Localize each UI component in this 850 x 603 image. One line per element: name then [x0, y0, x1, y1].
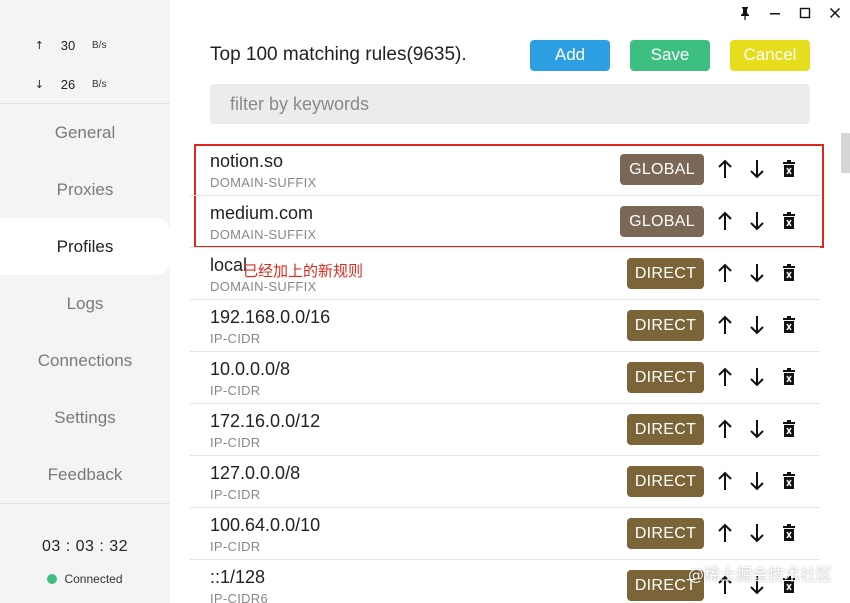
save-button[interactable]: Save [630, 39, 710, 71]
pin-icon[interactable] [730, 0, 760, 26]
rule-type: IP-CIDR [210, 435, 261, 450]
rule-type: IP-CIDR [210, 331, 261, 346]
close-icon[interactable] [820, 0, 850, 26]
main-panel: Top 100 matching rules(9635). Add Save C… [190, 0, 850, 603]
delete-icon[interactable] [777, 365, 801, 389]
move-down-icon[interactable] [745, 261, 769, 285]
delete-icon[interactable] [777, 209, 801, 233]
upload-arrow-icon: ↑ [34, 39, 44, 52]
scrollbar-thumb[interactable] [841, 133, 850, 173]
connection-label: Connected [64, 572, 123, 586]
rule-policy-button[interactable]: DIRECT [627, 518, 704, 549]
uptime-clock: 03 : 03 : 32 [41, 538, 129, 555]
move-down-icon[interactable] [745, 469, 769, 493]
rule-payload: 100.64.0.0/10 [210, 515, 321, 535]
download-value: 26 [60, 77, 76, 92]
sidebar-item-logs[interactable]: Logs [0, 275, 170, 332]
rule-payload: ::1/128 [210, 567, 266, 587]
sidebar-item-general[interactable]: General [0, 104, 170, 161]
upload-value: 30 [60, 38, 76, 53]
rule-type: DOMAIN-SUFFIX [210, 175, 317, 190]
move-up-icon[interactable] [713, 521, 737, 545]
rule-payload: local [210, 255, 248, 275]
move-down-icon[interactable] [745, 365, 769, 389]
rule-policy-button[interactable]: GLOBAL [620, 154, 704, 185]
sidebar: ↑ 30 B/s ↓ 26 B/s General Proxies Profil… [0, 0, 170, 603]
rule-type: IP-CIDR [210, 383, 261, 398]
rule-type: DOMAIN-SUFFIX [210, 279, 317, 294]
move-up-icon[interactable] [713, 209, 737, 233]
filter-input[interactable]: filter by keywords [210, 84, 810, 124]
status-panel: 03 : 03 : 32 Connected [0, 503, 170, 603]
move-down-icon[interactable] [745, 521, 769, 545]
move-up-icon[interactable] [713, 417, 737, 441]
connection-status: Connected [0, 572, 170, 586]
rule-row[interactable]: 172.16.0.0/12 IP-CIDR DIRECT [190, 404, 820, 456]
move-up-icon[interactable] [713, 469, 737, 493]
rules-header: Top 100 matching rules(9635). Add Save C… [210, 38, 810, 72]
move-down-icon[interactable] [745, 313, 769, 337]
delete-icon[interactable] [777, 261, 801, 285]
rule-row[interactable]: 127.0.0.0/8 IP-CIDR DIRECT [190, 456, 820, 508]
rule-policy-button[interactable]: DIRECT [627, 466, 704, 497]
rule-payload: 127.0.0.0/8 [210, 463, 301, 483]
rule-policy-button[interactable]: DIRECT [627, 362, 704, 393]
sidebar-item-proxies[interactable]: Proxies [0, 161, 170, 218]
move-up-icon[interactable] [713, 261, 737, 285]
delete-icon[interactable] [777, 521, 801, 545]
sidebar-item-feedback[interactable]: Feedback [0, 446, 170, 503]
download-speed: ↓ 26 B/s [0, 65, 170, 104]
rule-row[interactable]: 100.64.0.0/10 IP-CIDR DIRECT [190, 508, 820, 560]
upload-speed: ↑ 30 B/s [0, 26, 170, 65]
rule-payload: notion.so [210, 151, 284, 171]
watermark: @稀土掘金技术社区 [687, 565, 832, 584]
rule-row[interactable]: medium.com DOMAIN-SUFFIX GLOBAL [190, 196, 820, 248]
rule-payload: 192.168.0.0/16 [210, 307, 331, 327]
window-controls [730, 0, 850, 26]
rule-policy-button[interactable]: DIRECT [627, 414, 704, 445]
move-down-icon[interactable] [745, 417, 769, 441]
rule-type: IP-CIDR6 [210, 591, 269, 603]
cancel-button[interactable]: Cancel [730, 39, 810, 71]
rule-policy-button[interactable]: DIRECT [627, 258, 704, 289]
move-down-icon[interactable] [745, 157, 769, 181]
rule-payload: 10.0.0.0/8 [210, 359, 291, 379]
delete-icon[interactable] [777, 417, 801, 441]
delete-icon[interactable] [777, 469, 801, 493]
delete-icon[interactable] [777, 313, 801, 337]
move-down-icon[interactable] [745, 209, 769, 233]
move-up-icon[interactable] [713, 365, 737, 389]
rule-policy-button[interactable]: GLOBAL [620, 206, 704, 237]
sidebar-item-settings[interactable]: Settings [0, 389, 170, 446]
move-up-icon[interactable] [713, 313, 737, 337]
rule-policy-button[interactable]: DIRECT [627, 310, 704, 341]
move-up-icon[interactable] [713, 157, 737, 181]
rule-type: IP-CIDR [210, 487, 261, 502]
maximize-icon[interactable] [790, 0, 820, 26]
connection-dot-icon [47, 574, 58, 584]
minimize-icon[interactable] [760, 0, 790, 26]
traffic-monitor: ↑ 30 B/s ↓ 26 B/s [0, 0, 170, 104]
add-button[interactable]: Add [530, 39, 610, 71]
page-title: Top 100 matching rules(9635). [210, 44, 467, 65]
sidebar-item-connections[interactable]: Connections [0, 332, 170, 389]
rule-type: DOMAIN-SUFFIX [210, 227, 317, 242]
rule-payload: 172.16.0.0/12 [210, 411, 321, 431]
rule-payload: medium.com [210, 203, 314, 223]
sidebar-item-profiles[interactable]: Profiles [0, 218, 170, 275]
sidebar-nav: General Proxies Profiles Logs Connection… [0, 104, 170, 503]
download-arrow-icon: ↓ [34, 78, 44, 91]
rule-row[interactable]: 10.0.0.0/8 IP-CIDR DIRECT [190, 352, 820, 404]
rule-type: IP-CIDR [210, 539, 261, 554]
annotation-new-rules: 已经加上的新规则 [243, 262, 364, 280]
delete-icon[interactable] [777, 157, 801, 181]
rule-row[interactable]: notion.so DOMAIN-SUFFIX GLOBAL [190, 144, 820, 196]
upload-unit: B/s [92, 40, 107, 51]
download-unit: B/s [92, 79, 107, 90]
rule-row[interactable]: 192.168.0.0/16 IP-CIDR DIRECT [190, 300, 820, 352]
rules-list: notion.so DOMAIN-SUFFIX GLOBAL medium.com DO… [190, 144, 824, 603]
